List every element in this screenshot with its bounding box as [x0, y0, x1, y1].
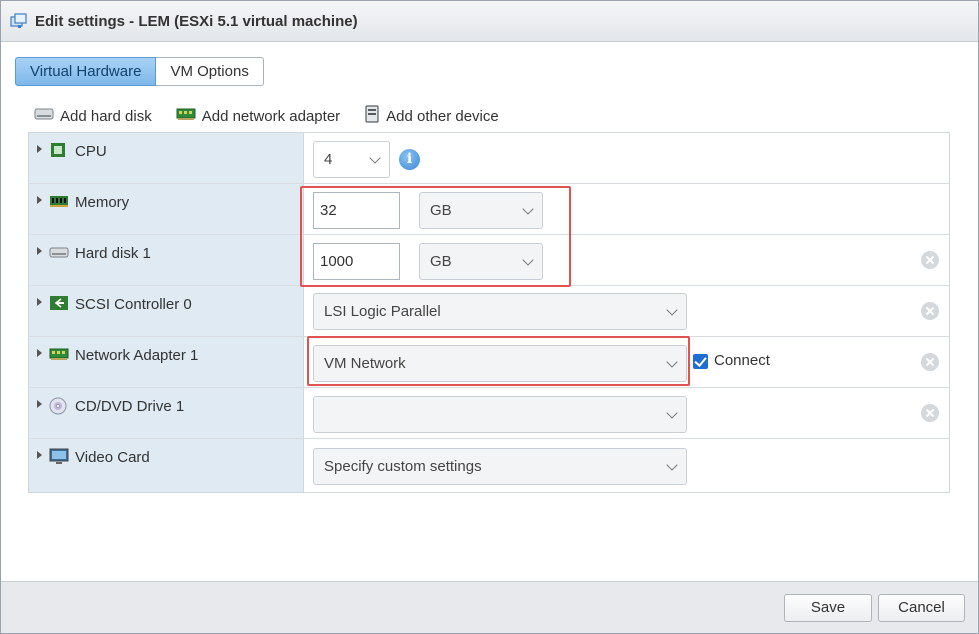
monitor-icon — [49, 448, 69, 464]
connect-checkbox[interactable] — [693, 354, 708, 369]
add-hard-disk-label: Add hard disk — [60, 107, 152, 125]
expand-caret-icon[interactable] — [37, 247, 42, 255]
remove-network-adapter-icon[interactable] — [921, 353, 939, 371]
memory-label: Memory — [75, 194, 130, 211]
dialog-titlebar: Edit settings - LEM (ESXi 5.1 virtual ma… — [1, 1, 978, 42]
remove-cd-dvd-icon[interactable] — [921, 404, 939, 422]
expand-caret-icon[interactable] — [37, 196, 42, 204]
settings-tabs: Virtual Hardware VM Options — [15, 57, 264, 86]
network-adapter-label: Network Adapter 1 — [75, 347, 199, 364]
scsi-controller-label: SCSI Controller 0 — [75, 296, 192, 313]
chevron-down-icon — [369, 152, 381, 164]
remove-hard-disk-icon[interactable] — [921, 251, 939, 269]
hard-disk-icon — [34, 106, 54, 126]
highlight-box-memory-disk — [300, 186, 571, 287]
cd-dvd-label: CD/DVD Drive 1 — [75, 398, 185, 415]
hardware-row-cpu: CPU 4 i — [29, 133, 949, 184]
connect-label: Connect — [714, 352, 770, 369]
video-card-select[interactable]: Specify custom settings — [313, 448, 687, 485]
row-label-cell[interactable]: CD/DVD Drive 1 — [29, 388, 304, 438]
edit-settings-dialog: Edit settings - LEM (ESXi 5.1 virtual ma… — [0, 0, 979, 634]
row-label-cell[interactable]: Memory — [29, 184, 304, 234]
network-card-icon — [176, 106, 196, 126]
add-device-toolbar: Add hard disk Add network adapter Add ot… — [34, 105, 523, 127]
expand-caret-icon[interactable] — [37, 298, 42, 306]
device-icon — [364, 105, 380, 127]
chevron-down-icon — [666, 459, 678, 471]
chevron-down-icon — [666, 304, 678, 316]
cpu-icon — [49, 142, 69, 158]
cd-dvd-icon — [49, 397, 69, 415]
add-hard-disk-button[interactable]: Add hard disk — [34, 106, 152, 126]
cpu-label: CPU — [75, 143, 107, 160]
cd-dvd-select[interactable] — [313, 396, 687, 433]
row-label-cell[interactable]: Network Adapter 1 — [29, 337, 304, 387]
expand-caret-icon[interactable] — [37, 400, 42, 408]
remove-scsi-controller-icon[interactable] — [921, 302, 939, 320]
save-button[interactable]: Save — [784, 594, 872, 622]
scsi-type-value: LSI Logic Parallel — [324, 303, 441, 320]
dialog-footer: Save Cancel — [1, 581, 978, 633]
expand-caret-icon[interactable] — [37, 145, 42, 153]
memory-icon — [49, 193, 69, 209]
scsi-type-select[interactable]: LSI Logic Parallel — [313, 293, 687, 330]
network-card-icon — [49, 346, 69, 362]
hardware-row-scsi-controller: SCSI Controller 0 LSI Logic Parallel — [29, 286, 949, 337]
virtual-machine-icon — [10, 12, 28, 30]
info-icon[interactable]: i — [399, 149, 420, 170]
video-card-label: Video Card — [75, 449, 150, 466]
row-label-cell[interactable]: CPU — [29, 133, 304, 183]
add-other-device-button[interactable]: Add other device — [364, 105, 499, 127]
expand-caret-icon[interactable] — [37, 451, 42, 459]
hard-disk-label: Hard disk 1 — [75, 245, 151, 262]
cancel-button[interactable]: Cancel — [878, 594, 965, 622]
chevron-down-icon — [666, 407, 678, 419]
cpu-count-select[interactable]: 4 — [313, 141, 390, 178]
hardware-row-video-card: Video Card Specify custom settings — [29, 439, 949, 492]
expand-caret-icon[interactable] — [37, 349, 42, 357]
add-network-adapter-label: Add network adapter — [201, 107, 341, 125]
hardware-row-cd-dvd: CD/DVD Drive 1 — [29, 388, 949, 439]
tab-virtual-hardware[interactable]: Virtual Hardware — [15, 57, 157, 86]
hard-disk-icon — [49, 244, 69, 260]
row-label-cell[interactable]: SCSI Controller 0 — [29, 286, 304, 336]
dialog-title: Edit settings - LEM (ESXi 5.1 virtual ma… — [35, 12, 358, 30]
scsi-controller-icon — [49, 295, 69, 311]
add-other-device-label: Add other device — [386, 107, 499, 125]
cpu-count-value: 4 — [324, 151, 333, 168]
row-label-cell[interactable]: Hard disk 1 — [29, 235, 304, 285]
add-network-adapter-button[interactable]: Add network adapter — [176, 106, 340, 126]
video-card-value: Specify custom settings — [324, 458, 482, 475]
row-label-cell[interactable]: Video Card — [29, 439, 304, 492]
highlight-box-network — [307, 336, 690, 386]
tab-vm-options[interactable]: VM Options — [156, 57, 264, 86]
